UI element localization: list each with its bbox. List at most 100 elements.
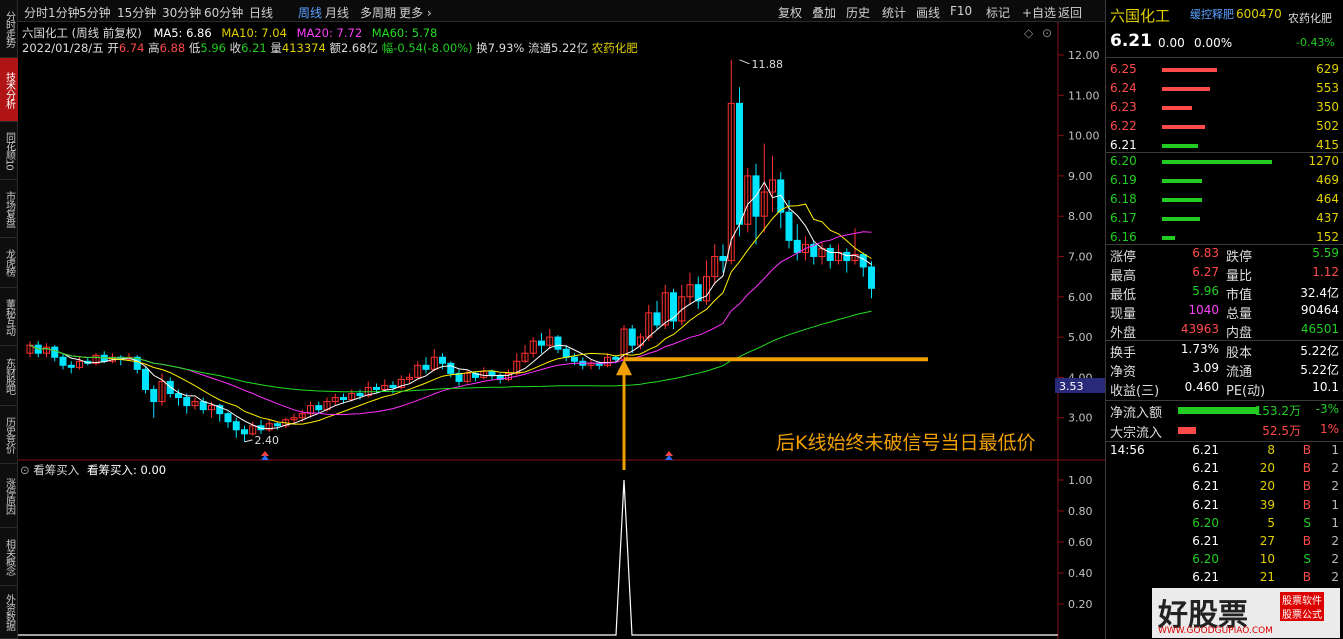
stat-value: 6.27 [1192,265,1219,279]
candle-down [719,256,727,262]
tick-volume: 5 [1267,515,1275,530]
toolbar-action-3[interactable]: 统计 [882,4,906,21]
stat-label: 外盘 [1110,326,1137,341]
price-tick-label: 10.00 [1068,130,1100,143]
ask-volume: 502 [1316,119,1339,133]
divider [1106,244,1343,245]
candle-down [224,413,232,423]
close-label: 收 [229,41,242,55]
ask-price: 6.23 [1110,100,1137,114]
tick-count: 1 [1331,497,1339,512]
tick-count: 2 [1331,479,1339,494]
sub-tick-label: 0.20 [1068,598,1093,611]
period-tab-5[interactable]: 60分钟 [204,4,243,21]
period-tab-4[interactable]: 30分钟 [162,4,201,21]
tick-volume: 27 [1259,534,1275,548]
toolbar-action-4[interactable]: 画线 [916,4,940,21]
ma60-line [29,310,872,393]
candle-down [315,405,323,411]
stat2-label: 收益(三) [1110,384,1160,399]
stat-label: 最高 [1110,269,1137,284]
stat2-label: 换手 [1110,346,1137,361]
tick-count: 2 [1331,570,1339,585]
ask-bar [1162,106,1192,110]
kline-chart[interactable]: 11.88 2.40 12.00 11.00 10.00 9.00 8.00 7.00 6.0… [18,0,1105,639]
toolbar-action-7[interactable]: +自选 [1022,4,1056,21]
tick-direction: B [1302,534,1311,548]
bid-price: 6.17 [1110,211,1137,225]
toolbar-action-8[interactable]: 返回 [1058,4,1082,21]
ask-volume: 553 [1316,81,1339,95]
stat-value2: 5.59 [1312,246,1339,260]
bid-price: 6.20 [1110,154,1137,168]
period-tab-3[interactable]: 15分钟 [117,4,156,21]
indicator-title[interactable]: 看筹买入 [33,463,79,477]
left-nav-item-7[interactable]: 历史竞价 [0,406,18,464]
left-nav-item-6[interactable]: 东财股吧 [0,346,18,406]
left-nav-item-8[interactable]: 涨停原因 [0,464,18,528]
turnover-value: 换7.93% [476,41,525,55]
ask-price: 6.21 [1110,138,1137,152]
price-pct: 0.00% [1194,36,1233,50]
stat-label: 现量 [1110,307,1137,322]
left-nav-item-3[interactable]: 市场复盘 [0,180,18,238]
left-nav-item-9[interactable]: 相关概念 [0,528,18,586]
toolbar-action-6[interactable]: 标记 [986,4,1010,21]
period-tab-2[interactable]: 5分钟 [79,4,111,21]
watermark-tag2: 股票公式 [1280,606,1324,621]
stat-value2: 32.4亿 [1300,286,1339,300]
indicator-menu-icon[interactable]: ⊙ [20,463,30,477]
ma20-line [29,231,872,416]
candle-down [670,292,677,322]
flow-pct: 1% [1319,422,1339,436]
flow-bar [1178,427,1196,434]
left-nav-item-0[interactable]: 分时走势 [0,0,18,58]
left-nav-item-10[interactable]: 外资数据 [0,586,18,639]
candle-down [736,102,743,225]
candle-down [199,401,207,411]
candle-down [356,393,364,397]
period-tab-7[interactable]: 周线 [298,4,322,21]
stat2-value: 1.73% [1180,342,1219,356]
chart-menu-icon[interactable]: ⊙ [1042,26,1052,40]
stat-value2: 90464 [1300,303,1339,317]
period-tab-8[interactable]: 月线 [325,4,349,21]
toolbar-action-2[interactable]: 历史 [846,4,870,21]
tick-price: 6.21 [1192,461,1219,476]
tick-price: 6.20 [1192,552,1219,567]
left-nav-item-2[interactable]: 同花顺10 [0,122,18,180]
vol-value: 413374 [281,41,326,55]
flow-value: 52.5万 [1262,424,1301,438]
left-nav: 分时走势 技术分析 同花顺10 市场复盘 龙虎榜 董秘互动 东财股吧 历史竞价 涨停原因 相关概念… [0,0,18,639]
tick-volume: 10 [1259,552,1275,567]
candle-down [142,368,149,390]
sector-name[interactable]: 农药化肥 [1288,10,1332,26]
tick-time: 14:56 [1110,443,1145,457]
period-tab-10[interactable]: 更多 › [399,4,432,21]
price-tick-label: 6.00 [1068,291,1093,304]
toolbar-action-5[interactable]: F10 [950,4,972,18]
left-nav-item-1[interactable]: 技术分析 [0,58,18,122]
period-tab-9[interactable]: 多周期 [360,4,396,21]
toolbar-action-1[interactable]: 叠加 [812,4,836,21]
stock-tag[interactable]: 缓控释肥 [1190,6,1234,22]
candle-down [51,346,59,358]
period-tab-1[interactable]: 1分钟 [48,4,80,21]
watermark-url: WWW.GOODGUPIAO.COM [1158,626,1273,636]
stat-label2: 量比 [1226,269,1253,284]
ma20-value: MA20: 7.72 [296,26,363,40]
open-label: 开 [107,41,119,55]
period-tab-0[interactable]: 分时 [24,4,48,21]
stat-label: 涨停 [1110,250,1137,265]
left-nav-item-5[interactable]: 董秘互动 [0,288,18,346]
price-tick-label: 5.00 [1068,331,1093,344]
candle-down [538,340,545,346]
change-value: 幅-0.54(-8.00%) [381,41,473,55]
period-tab-6[interactable]: 日线 [249,4,273,21]
indicator-header: ⊙ 看筹买入 看筹买入: 0.00 [20,462,166,478]
chart-settings-icon[interactable]: ◇ [1024,26,1033,40]
left-nav-item-4[interactable]: 龙虎榜 [0,238,18,288]
candle-down [241,429,248,435]
toolbar-action-0[interactable]: 复权 [778,4,802,21]
bid-volume: 464 [1316,192,1339,206]
